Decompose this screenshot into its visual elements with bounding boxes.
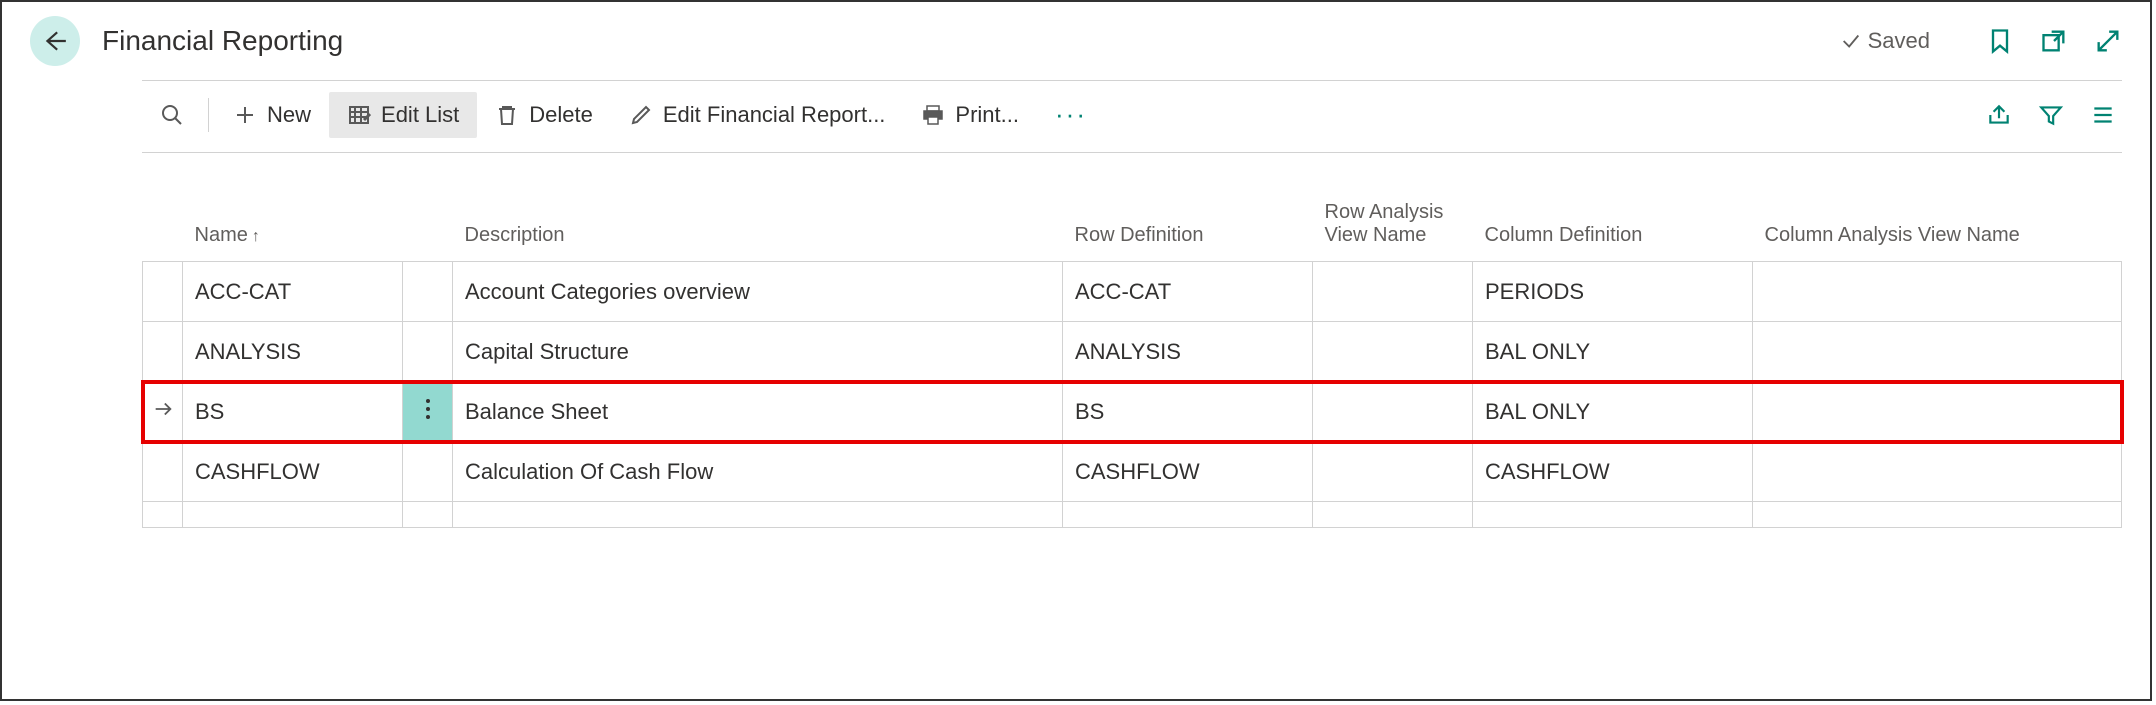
saved-status: Saved xyxy=(1840,28,1930,54)
page-header: Financial Reporting Saved xyxy=(2,2,2150,80)
cell-description[interactable]: Account Categories overview xyxy=(453,262,1063,322)
delete-label: Delete xyxy=(529,102,593,128)
toolbar-divider xyxy=(208,98,209,132)
search-icon xyxy=(160,103,184,127)
delete-button[interactable]: Delete xyxy=(477,92,611,138)
cell-row-analysis-view[interactable] xyxy=(1313,442,1473,502)
table-row[interactable]: ANALYSISCapital StructureANALYSISBAL ONL… xyxy=(143,322,2122,382)
search-button[interactable] xyxy=(142,93,202,137)
cell-row-definition[interactable]: ANALYSIS xyxy=(1063,322,1313,382)
cell-name[interactable]: BS xyxy=(183,382,403,442)
more-actions-button[interactable]: ··· xyxy=(1037,89,1105,140)
cell-column-definition[interactable]: PERIODS xyxy=(1473,262,1753,322)
table-header-row: Name↑ Description Row Definition Row Ana… xyxy=(143,153,2122,262)
row-selector-cell[interactable] xyxy=(143,262,183,322)
col-menu xyxy=(403,153,453,262)
table-row[interactable] xyxy=(143,502,2122,528)
col-column-analysis-view[interactable]: Column Analysis View Name xyxy=(1753,153,2122,262)
cell-row-analysis-view[interactable] xyxy=(1313,382,1473,442)
pencil-icon xyxy=(629,103,653,127)
back-button[interactable] xyxy=(30,16,80,66)
content-area: New Edit List Delete xyxy=(142,81,2122,528)
app-window: Financial Reporting Saved xyxy=(0,0,2152,701)
page-title: Financial Reporting xyxy=(102,25,1818,57)
row-menu-cell[interactable] xyxy=(403,442,453,502)
bookmark-icon[interactable] xyxy=(1986,27,2014,55)
col-row-analysis-view[interactable]: Row Analysis View Name xyxy=(1313,153,1473,262)
cell-name[interactable]: ANALYSIS xyxy=(183,322,403,382)
col-name[interactable]: Name↑ xyxy=(183,153,403,262)
edit-list-icon xyxy=(347,103,371,127)
cell-description[interactable]: Capital Structure xyxy=(453,322,1063,382)
cell-column-analysis-view[interactable] xyxy=(1753,442,2122,502)
cell-column-analysis-view[interactable] xyxy=(1753,322,2122,382)
cell-row-definition[interactable]: ACC-CAT xyxy=(1063,262,1313,322)
cell-description[interactable]: Balance Sheet xyxy=(453,382,1063,442)
print-button[interactable]: Print... xyxy=(903,92,1037,138)
plus-icon xyxy=(233,103,257,127)
filter-icon[interactable] xyxy=(2038,102,2064,128)
cell-row-definition[interactable]: BS xyxy=(1063,382,1313,442)
cell-row-analysis-view[interactable] xyxy=(1313,322,1473,382)
popout-icon[interactable] xyxy=(2040,27,2068,55)
col-column-definition[interactable]: Column Definition xyxy=(1473,153,1753,262)
print-label: Print... xyxy=(955,102,1019,128)
expand-icon[interactable] xyxy=(2094,27,2122,55)
printer-icon xyxy=(921,103,945,127)
table-row[interactable]: CASHFLOWCalculation Of Cash FlowCASHFLOW… xyxy=(143,442,2122,502)
toolbar: New Edit List Delete xyxy=(142,81,2122,148)
row-menu-cell[interactable] xyxy=(403,262,453,322)
list-view-icon[interactable] xyxy=(2090,102,2116,128)
table-row[interactable]: BSBalance SheetBSBAL ONLY xyxy=(143,382,2122,442)
share-icon[interactable] xyxy=(1986,102,2012,128)
row-menu-cell[interactable] xyxy=(403,382,453,442)
cell-name[interactable]: CASHFLOW xyxy=(183,442,403,502)
table-row[interactable]: ACC-CATAccount Categories overviewACC-CA… xyxy=(143,262,2122,322)
row-selector-cell[interactable] xyxy=(143,382,183,442)
col-row-definition[interactable]: Row Definition xyxy=(1063,153,1313,262)
financial-reports-table: Name↑ Description Row Definition Row Ana… xyxy=(142,153,2122,528)
cell-description[interactable]: Calculation Of Cash Flow xyxy=(453,442,1063,502)
edit-list-button[interactable]: Edit List xyxy=(329,92,477,138)
new-button[interactable]: New xyxy=(215,92,329,138)
cell-column-analysis-view[interactable] xyxy=(1753,262,2122,322)
edit-financial-report-label: Edit Financial Report... xyxy=(663,102,886,128)
col-description[interactable]: Description xyxy=(453,153,1063,262)
saved-label: Saved xyxy=(1868,28,1930,54)
col-selector xyxy=(143,153,183,262)
cell-column-definition[interactable]: BAL ONLY xyxy=(1473,322,1753,382)
cell-name[interactable]: ACC-CAT xyxy=(183,262,403,322)
row-selector-cell[interactable] xyxy=(143,322,183,382)
row-selector-cell[interactable] xyxy=(143,442,183,502)
cell-column-definition[interactable]: CASHFLOW xyxy=(1473,442,1753,502)
header-actions: Saved xyxy=(1840,27,2122,55)
cell-column-definition[interactable]: BAL ONLY xyxy=(1473,382,1753,442)
data-grid: Name↑ Description Row Definition Row Ana… xyxy=(142,152,2122,528)
edit-list-label: Edit List xyxy=(381,102,459,128)
row-menu-cell[interactable] xyxy=(403,322,453,382)
trash-icon xyxy=(495,103,519,127)
edit-financial-report-button[interactable]: Edit Financial Report... xyxy=(611,92,904,138)
cell-row-definition[interactable]: CASHFLOW xyxy=(1063,442,1313,502)
cell-column-analysis-view[interactable] xyxy=(1753,382,2122,442)
sort-asc-icon: ↑ xyxy=(252,228,260,245)
new-label: New xyxy=(267,102,311,128)
cell-row-analysis-view[interactable] xyxy=(1313,262,1473,322)
